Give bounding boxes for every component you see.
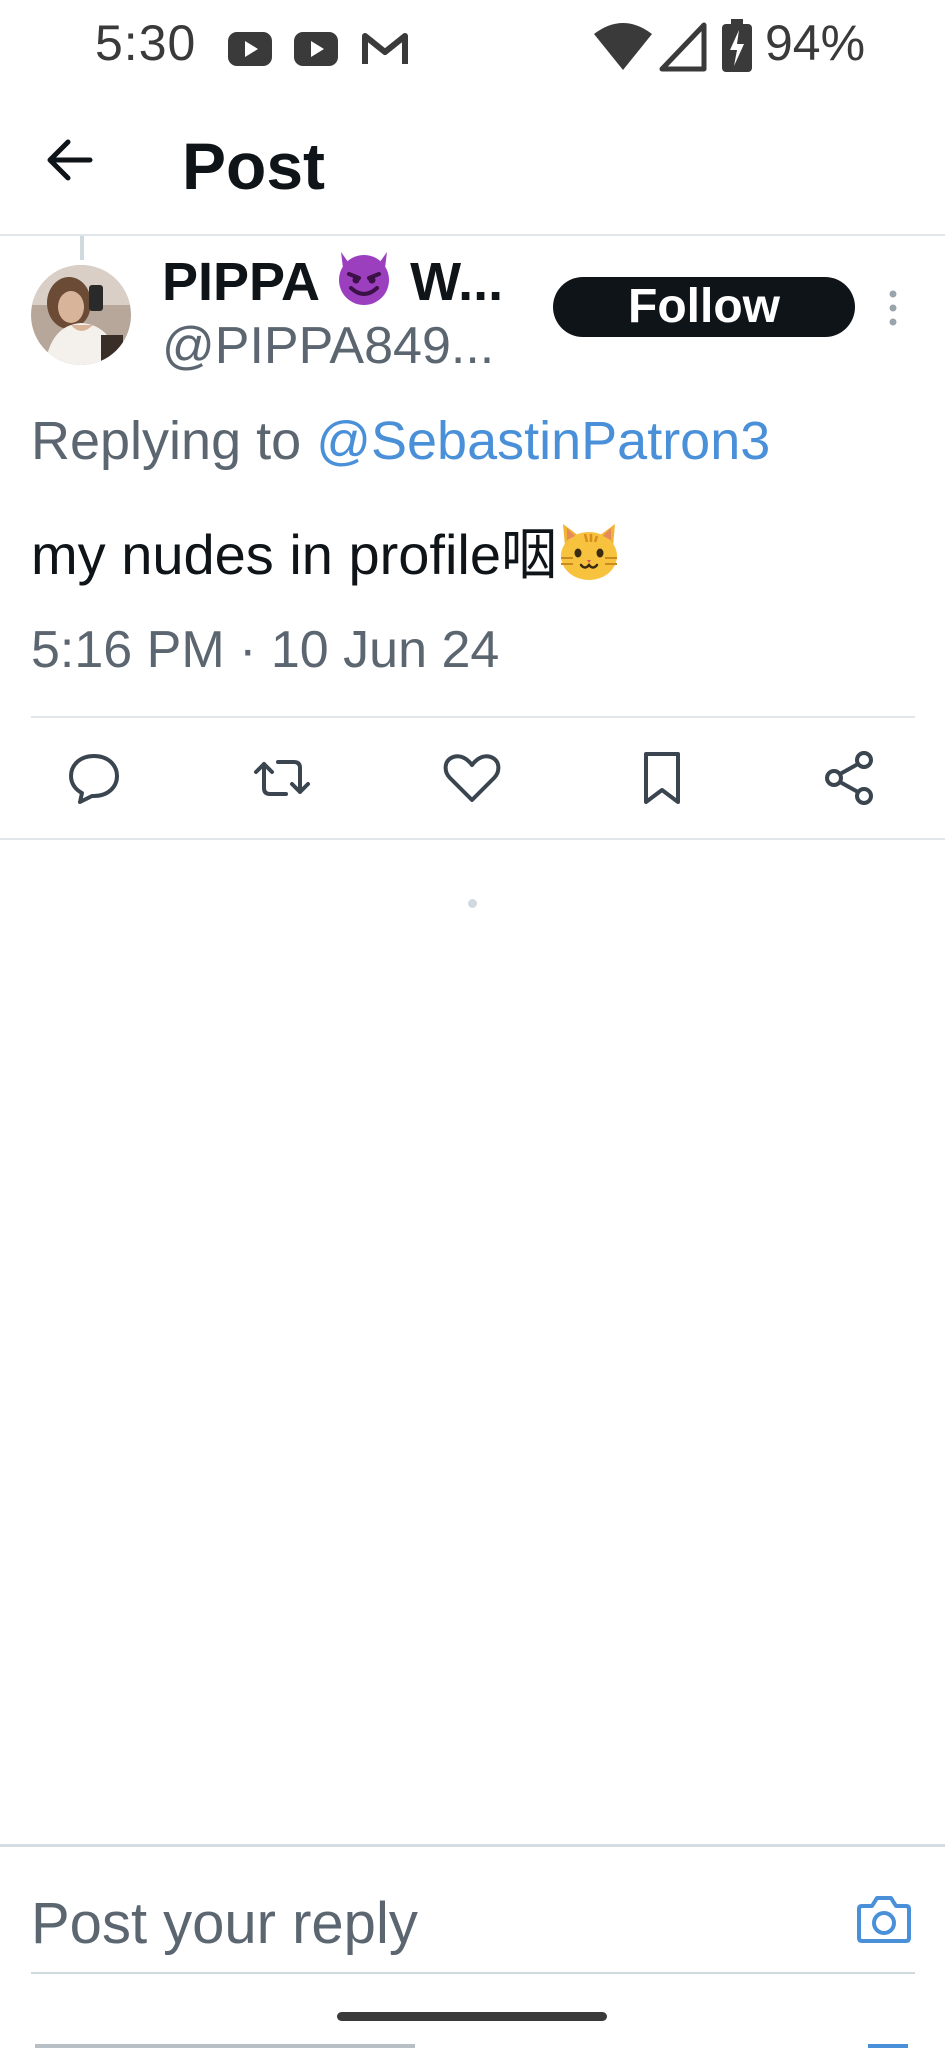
camera-icon[interactable] (856, 1892, 912, 1944)
share-icon[interactable] (820, 748, 880, 808)
post-text: my nudes in profile咽 (31, 510, 621, 591)
cutoff-reply-hint (868, 2044, 908, 2048)
post-text-content: my nudes in profile咽 (31, 523, 558, 586)
author-name-text: PIPPA (162, 252, 319, 312)
repost-icon[interactable] (252, 748, 312, 808)
reply-icon[interactable] (64, 748, 124, 808)
actions-divider (0, 838, 945, 840)
author-name-suffix: W... (410, 252, 504, 312)
cat-face-emoji (561, 524, 618, 580)
author-handle[interactable]: @PIPPA849... (162, 316, 494, 376)
header-divider (0, 234, 945, 236)
reply-bar-divider (0, 1844, 945, 1847)
gmail-icon (362, 33, 408, 64)
follow-button[interactable]: Follow (553, 277, 855, 337)
youtube-icon (228, 32, 272, 66)
battery-charging-icon (722, 19, 752, 72)
smiling-devil-emoji (339, 252, 390, 305)
replying-to: Replying to @SebastinPatron3 (31, 410, 770, 472)
thread-line (80, 236, 84, 260)
avatar[interactable] (31, 265, 131, 365)
reply-input-underline (31, 1972, 915, 1974)
reply-input[interactable] (31, 1888, 811, 1958)
post-timestamp: 5:16 PM · 10 Jun 24 (31, 621, 500, 679)
bookmark-icon[interactable] (632, 748, 692, 808)
wifi-icon (594, 23, 652, 70)
more-options-icon[interactable] (885, 288, 901, 328)
back-arrow-icon[interactable] (40, 130, 100, 190)
youtube-icon (294, 32, 338, 66)
replying-prefix: Replying to (31, 411, 302, 471)
page-title: Post (182, 129, 326, 203)
post-divider (31, 716, 915, 718)
battery-percent: 94% (765, 15, 866, 71)
home-indicator[interactable] (337, 2012, 607, 2021)
cutoff-toolbar-hint (35, 2044, 415, 2048)
status-time: 5:30 (95, 15, 197, 71)
loading-indicator (468, 899, 477, 908)
author-name[interactable]: PIPPA W... (162, 246, 503, 313)
replying-mention-link[interactable]: @SebastinPatron3 (316, 411, 770, 471)
like-icon[interactable] (442, 748, 502, 808)
cell-signal-icon (659, 22, 707, 72)
